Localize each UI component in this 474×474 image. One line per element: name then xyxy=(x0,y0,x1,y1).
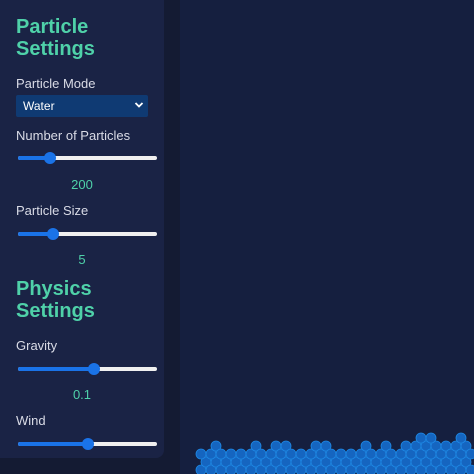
chevron-down-icon xyxy=(134,102,144,108)
water-particle xyxy=(215,448,227,460)
wind-label: Wind xyxy=(16,413,46,428)
water-particle xyxy=(195,448,207,460)
water-particle xyxy=(255,448,267,460)
particle-count-value: 200 xyxy=(71,177,93,192)
water-particle xyxy=(345,448,357,460)
slider-thumb[interactable] xyxy=(46,228,59,240)
slider-thumb[interactable] xyxy=(81,438,94,450)
physics-settings-title: Physics Settings xyxy=(16,278,95,322)
slider-fill xyxy=(18,442,88,446)
water-particle xyxy=(455,432,467,444)
water-particle xyxy=(425,432,437,444)
particle-size-label: Particle Size xyxy=(16,203,89,218)
water-particle xyxy=(295,448,307,460)
simulation-canvas[interactable] xyxy=(180,0,474,474)
water-particle xyxy=(325,448,337,460)
gravity-label: Gravity xyxy=(16,338,58,353)
slider-thumb[interactable] xyxy=(88,363,101,375)
wind-slider[interactable] xyxy=(18,437,157,451)
water-particle xyxy=(225,448,237,460)
particle-settings-title: Particle Settings xyxy=(16,16,95,60)
water-particle xyxy=(235,448,247,460)
particle-size-slider[interactable] xyxy=(18,227,157,241)
gravity-value: 0.1 xyxy=(72,387,92,402)
water-particle xyxy=(285,448,297,460)
slider-fill xyxy=(18,367,95,371)
water-particle xyxy=(365,448,377,460)
particle-mode-label: Particle Mode xyxy=(16,76,96,91)
gravity-slider[interactable] xyxy=(18,362,157,376)
particle-count-slider[interactable] xyxy=(18,151,157,165)
particle-pool xyxy=(195,432,474,474)
slider-thumb[interactable] xyxy=(43,152,56,164)
particle-count-label: Number of Particles xyxy=(16,128,131,143)
particle-mode-select[interactable]: Water xyxy=(16,95,148,117)
water-particle xyxy=(385,448,397,460)
water-particle xyxy=(415,432,427,444)
particle-mode-value: Water xyxy=(23,99,55,113)
settings-panel: Particle Settings Particle Mode Water Nu… xyxy=(0,0,164,458)
water-particle xyxy=(465,448,474,460)
water-particle xyxy=(335,448,347,460)
particle-size-value: 5 xyxy=(78,252,86,267)
water-particle xyxy=(465,464,474,474)
